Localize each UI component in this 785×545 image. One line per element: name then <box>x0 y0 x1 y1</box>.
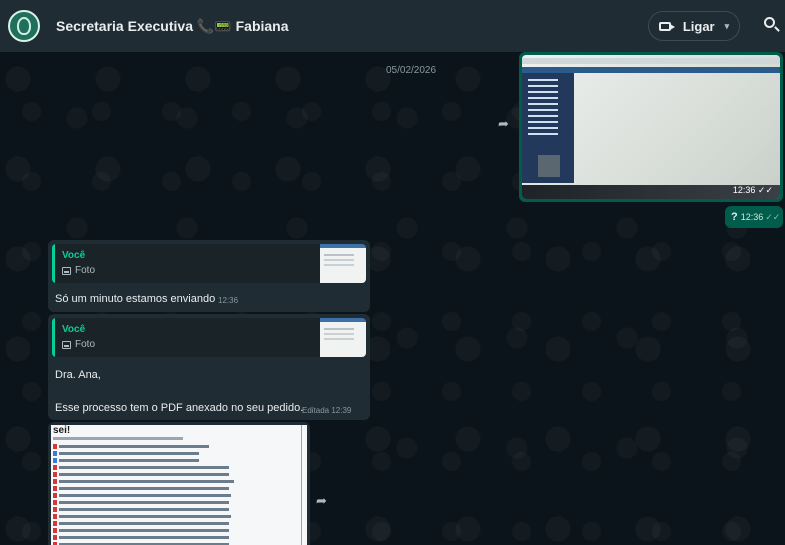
chevron-down-icon: ▾ <box>724 20 730 31</box>
search-icon[interactable] <box>762 15 782 35</box>
message-list[interactable]: 05/02/2026 ➦ 12:36 ✓✓ ? 12:36 ✓✓ Você Fo… <box>0 52 785 545</box>
quoted-message[interactable]: Você Foto <box>52 318 366 357</box>
incoming-reply-message[interactable]: Você Foto Só um minuto estamos enviando … <box>48 240 370 312</box>
photo-icon <box>62 340 71 349</box>
quote-thumbnail <box>320 318 366 357</box>
incoming-reply-message[interactable]: Você Foto Dra. Ana, Esse processo tem o … <box>48 314 370 420</box>
forward-icon[interactable]: ➦ <box>316 494 334 508</box>
quote-author: Você <box>62 250 86 261</box>
avatar[interactable] <box>8 10 40 42</box>
chat-header: Secretaria Executiva 📞📟 Fabiana Ligar ▾ <box>0 0 785 52</box>
message-time: 12:36 <box>740 212 764 222</box>
chat-title[interactable]: Secretaria Executiva 📞📟 Fabiana <box>56 18 289 35</box>
message-text-line1: Dra. Ana, <box>55 369 101 381</box>
read-receipt-icon: ✓✓ <box>765 211 781 222</box>
message-text-line2: Esse processo tem o PDF anexado no seu p… <box>55 402 304 414</box>
video-call-icon <box>658 21 675 31</box>
quote-kind: Foto <box>62 339 95 350</box>
outgoing-image-message[interactable]: 12:36 ✓✓ <box>519 52 783 202</box>
outgoing-text-message[interactable]: ? 12:36 ✓✓ <box>725 206 783 228</box>
photo-icon <box>62 266 71 275</box>
forward-icon[interactable]: ➦ <box>498 117 516 131</box>
quote-thumbnail <box>320 244 366 283</box>
message-text: ? <box>731 211 738 223</box>
avatar-shield-icon <box>17 17 31 35</box>
call-button-label: Ligar <box>682 18 715 34</box>
message-text: Só um minuto estamos enviando <box>55 293 216 305</box>
date-separator: 05/02/2026 <box>386 65 437 76</box>
message-time: Editada 12:39 <box>302 406 352 415</box>
quote-kind: Foto <box>62 265 95 276</box>
message-time: 12:36 ✓✓ <box>732 185 773 195</box>
sei-logo: sei! <box>53 425 71 436</box>
photo-thumbnail <box>522 55 780 199</box>
call-button[interactable]: Ligar ▾ <box>648 11 740 41</box>
quote-author: Você <box>62 324 86 335</box>
incoming-image-message[interactable]: sei! <box>48 422 310 545</box>
quoted-message[interactable]: Você Foto <box>52 244 366 283</box>
message-time: 12:36 <box>218 296 239 305</box>
document-thumbnail: sei! <box>51 425 307 545</box>
